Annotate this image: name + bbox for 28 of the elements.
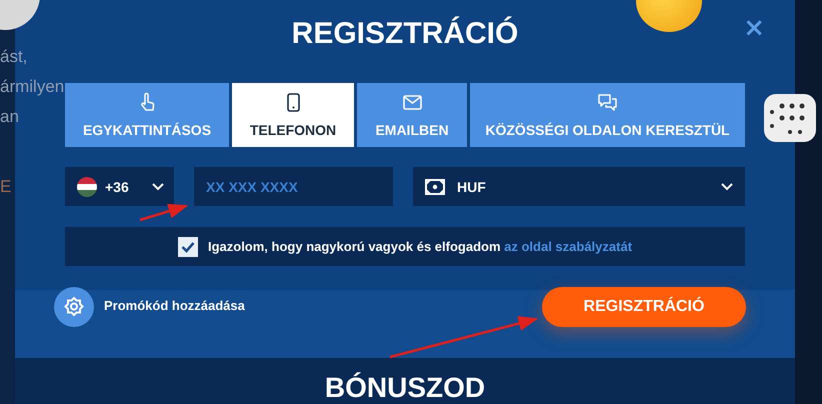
currency-select[interactable]: HUF	[413, 167, 745, 206]
chat-bubbles-icon	[597, 92, 618, 113]
terms-checkbox[interactable]	[178, 236, 198, 256]
background-text: ást,	[0, 46, 28, 68]
promo-code-link[interactable]: Promókód hozzáadása	[104, 298, 245, 313]
dialog-title: REGISZTRÁCIÓ	[292, 16, 518, 50]
chevron-down-icon	[721, 182, 733, 190]
terms-text: Igazolom, hogy nagykorú vagyok és elfogadom az oldal szabályzatát	[208, 239, 632, 254]
background-text: an	[0, 106, 19, 128]
bonus-heading: BÓNUSZOD	[324, 372, 486, 404]
tab[interactable]: TELEFONON	[232, 83, 354, 147]
register-button[interactable]: REGISZTRÁCIÓ	[542, 287, 746, 327]
tab[interactable]: KÖZÖSSÉGI OLDALON KERESZTÜL	[470, 83, 745, 147]
phone-input-field[interactable]: XX XXX XXXX	[194, 167, 393, 206]
banknote-icon	[425, 178, 445, 194]
annotation-arrow	[140, 204, 188, 222]
chevron-down-icon	[152, 182, 164, 190]
background-text: E	[0, 176, 12, 198]
tab[interactable]: EGYKATTINTÁSOS	[65, 83, 229, 147]
gear-icon[interactable]	[54, 287, 94, 327]
close-button[interactable]: ×	[739, 14, 769, 42]
tab[interactable]: EMAILBEN	[357, 83, 467, 147]
flag-icon	[77, 176, 97, 196]
country-code-select[interactable]: +36	[65, 167, 174, 206]
checkmark-icon	[180, 240, 195, 252]
envelope-icon	[402, 92, 422, 113]
terms-link[interactable]: az oldal szabályzatát	[504, 239, 632, 254]
background-text: ármilyen	[0, 76, 64, 98]
